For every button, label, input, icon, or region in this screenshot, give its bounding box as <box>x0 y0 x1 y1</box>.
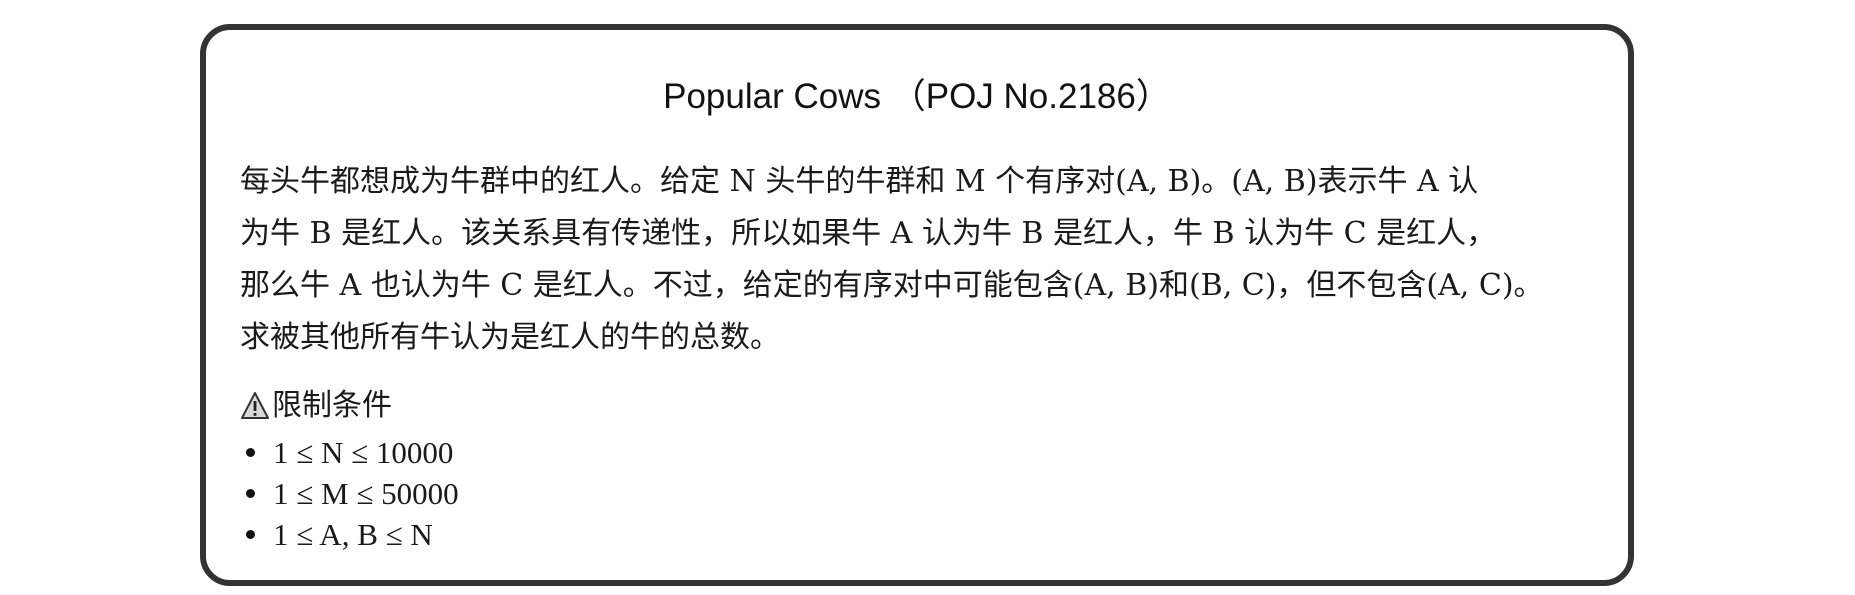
description-line: 那么牛 A 也认为牛 C 是红人。不过，给定的有序对中可能包含(A, B)和(B… <box>240 268 1544 303</box>
constraint-item: 1 ≤ N ≤ 10000 <box>246 432 459 473</box>
bullet-icon <box>246 489 255 498</box>
constraint-text: 1 ≤ A, B ≤ N <box>273 517 433 552</box>
bullet-icon <box>246 448 255 457</box>
constraint-item: 1 ≤ A, B ≤ N <box>246 514 459 555</box>
constraint-list: 1 ≤ N ≤ 10000 1 ≤ M ≤ 50000 1 ≤ A, B ≤ N <box>246 432 459 555</box>
bullet-icon <box>246 530 255 539</box>
warning-icon <box>240 391 270 421</box>
constraints-heading: 限制条件 <box>240 386 392 426</box>
constraint-text: 1 ≤ M ≤ 50000 <box>273 476 459 511</box>
constraint-item: 1 ≤ M ≤ 50000 <box>246 473 459 514</box>
description-line: 求被其他所有牛认为是红人的牛的总数。 <box>240 320 780 355</box>
constraint-text: 1 ≤ N ≤ 10000 <box>273 435 454 470</box>
constraints-heading-label: 限制条件 <box>272 388 392 423</box>
problem-description: 每头牛都想成为牛群中的红人。给定 N 头牛的牛群和 M 个有序对(A, B)。(… <box>240 156 1610 364</box>
description-line: 为牛 B 是红人。该关系具有传递性，所以如果牛 A 认为牛 B 是红人，牛 B … <box>240 216 1497 251</box>
description-line: 每头牛都想成为牛群中的红人。给定 N 头牛的牛群和 M 个有序对(A, B)。(… <box>240 164 1479 199</box>
problem-card: Popular Cows （POJ No.2186） 每头牛都想成为牛群中的红人… <box>200 24 1634 586</box>
problem-title: Popular Cows （POJ No.2186） <box>663 77 1171 116</box>
